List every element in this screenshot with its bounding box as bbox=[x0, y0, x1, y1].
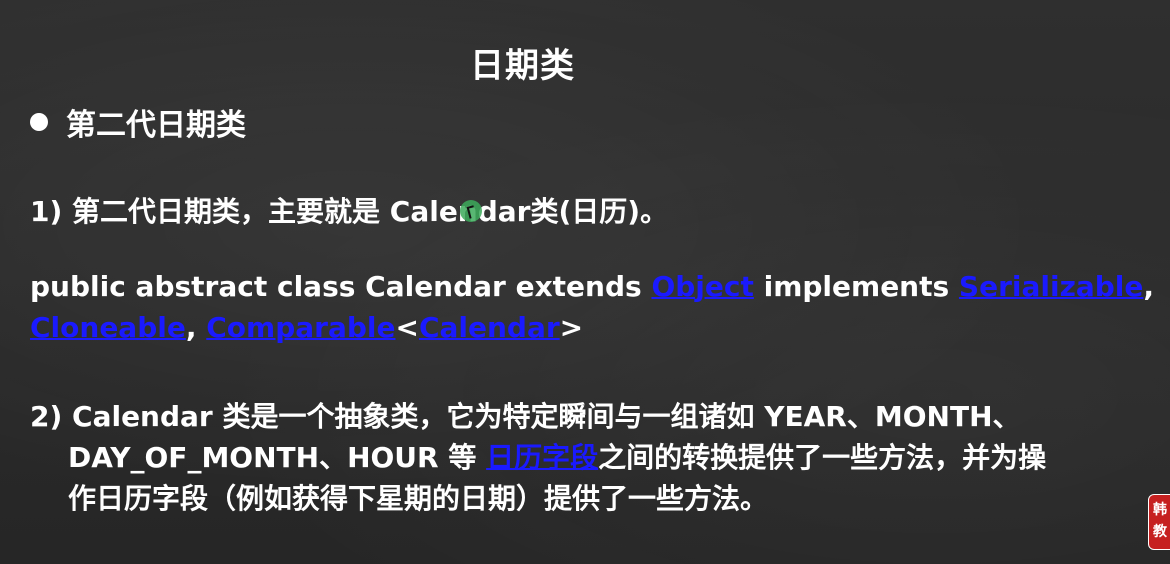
watermark-badge: 韩 教 bbox=[1148, 494, 1170, 550]
decl-text: , bbox=[1143, 270, 1155, 303]
comparable-link[interactable]: Comparable bbox=[206, 311, 395, 344]
calendar-link[interactable]: Calendar bbox=[419, 311, 560, 344]
slide-title: 日期类 bbox=[470, 46, 575, 86]
bullet-heading: 第二代日期类 bbox=[30, 100, 246, 144]
point-1: 1) 第二代日期类，主要就是 Calendar类(日历)。 bbox=[30, 195, 669, 228]
class-declaration-line-2: Cloneable, Comparable<Calendar> bbox=[30, 311, 583, 344]
decl-text: public abstract class Calendar extends bbox=[30, 270, 652, 303]
mouse-cursor-icon bbox=[460, 200, 482, 222]
class-declaration-line-1: public abstract class Calendar extends O… bbox=[30, 270, 1154, 303]
cloneable-link[interactable]: Cloneable bbox=[30, 311, 186, 344]
point-2-text: 之间的转换提供了一些方法，并为操 bbox=[598, 441, 1047, 474]
object-link[interactable]: Object bbox=[651, 270, 753, 303]
bullet-heading-text: 第二代日期类 bbox=[66, 108, 246, 143]
decl-text: , bbox=[185, 311, 207, 344]
badge-char: 教 bbox=[1153, 524, 1167, 540]
decl-text: implements bbox=[753, 270, 959, 303]
decl-text: > bbox=[559, 311, 584, 344]
decl-text: < bbox=[395, 311, 419, 344]
point-2-line-1: 2) Calendar 类是一个抽象类，它为特定瞬间与一组诸如 YEAR、MON… bbox=[30, 400, 1021, 433]
bullet-dot-icon bbox=[30, 113, 48, 131]
point-2-line-3: 作日历字段（例如获得下星期的日期）提供了一些方法。 bbox=[68, 482, 769, 515]
serializable-link[interactable]: Serializable bbox=[959, 270, 1143, 303]
point-2-text: DAY_OF_MONTH、HOUR 等 bbox=[68, 441, 487, 474]
point-2-line-2: DAY_OF_MONTH、HOUR 等 日历字段之间的转换提供了一些方法，并为操 bbox=[68, 436, 1046, 476]
calendar-fields-link[interactable]: 日历字段 bbox=[486, 441, 598, 474]
badge-char: 韩 bbox=[1153, 502, 1167, 518]
